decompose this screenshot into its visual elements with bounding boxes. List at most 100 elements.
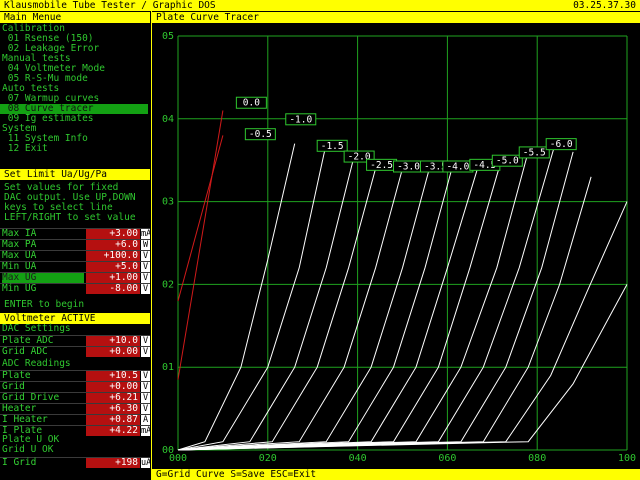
clock: 03.25.37.30 bbox=[573, 0, 636, 11]
limit-row[interactable]: Max UA +100.0 V bbox=[0, 250, 150, 261]
limit-value: +1.00 bbox=[86, 273, 140, 283]
curve-series bbox=[177, 110, 224, 380]
limit-label: Max UG bbox=[2, 273, 84, 283]
curve-label: -3.0 bbox=[397, 161, 420, 172]
limit-label: Max PA bbox=[2, 239, 37, 250]
adc-value: +10.5 bbox=[86, 371, 140, 381]
y-tick-label: 04 bbox=[162, 114, 174, 125]
limit-value: +5.0 bbox=[86, 262, 140, 272]
curve-label: -5.0 bbox=[496, 156, 519, 167]
curve-series bbox=[177, 135, 224, 302]
adc-value: +0.87 bbox=[86, 415, 140, 425]
adc-unit: V bbox=[141, 382, 150, 392]
set-limit-header: Set Limit Ua/Ug/Pa bbox=[0, 169, 150, 180]
limit-unit: V bbox=[141, 284, 150, 294]
curve-series bbox=[177, 168, 453, 451]
curve-series bbox=[177, 201, 628, 451]
curve-label: -6.0 bbox=[550, 139, 573, 150]
dac-value: +0.00 bbox=[86, 347, 140, 357]
adc-unit: A bbox=[141, 415, 150, 425]
adc-unit: V bbox=[141, 371, 150, 381]
limit-label: Max IA bbox=[2, 228, 37, 239]
adc-row[interactable]: Heater +6.30 V bbox=[0, 403, 150, 414]
limit-row[interactable]: Max PA +6.0 W bbox=[0, 239, 150, 250]
limit-unit: mA bbox=[141, 229, 152, 239]
curve-label: -2.5 bbox=[370, 160, 393, 171]
app-title: Klausmobile Tube Tester / Graphic DOS bbox=[4, 0, 216, 11]
dac-label: Grid ADC bbox=[2, 346, 48, 357]
adc-value: +4.22 bbox=[86, 426, 140, 436]
curve-series bbox=[177, 176, 592, 451]
dac-unit: V bbox=[141, 336, 150, 346]
dac-unit: V bbox=[141, 347, 150, 357]
limit-value: +6.0 bbox=[86, 240, 140, 250]
dac-settings-title: DAC Settings bbox=[2, 323, 71, 334]
status-line: Grid U OK bbox=[2, 444, 54, 455]
adc-row[interactable]: Grid Drive +6.21 V bbox=[0, 392, 150, 403]
adc-label: Grid Drive bbox=[2, 392, 60, 403]
left-panel: Main Menue Calibration 01 Rsense (150) 0… bbox=[0, 11, 152, 480]
adc-label: Grid bbox=[2, 381, 25, 392]
adc-unit: mA bbox=[141, 426, 152, 436]
adc-unit: V bbox=[141, 393, 150, 403]
plate-curve-plot: 000 020 040 060 080 1000001020304050.0-1.0-0.… bbox=[162, 31, 636, 464]
dac-row[interactable]: Grid ADC +0.00 V bbox=[0, 346, 150, 357]
x-tick-label: 080 bbox=[528, 453, 546, 464]
igrid-value: +198 bbox=[86, 458, 140, 468]
limit-value: +3.00 bbox=[86, 229, 140, 239]
curve-label: -1.0 bbox=[289, 114, 312, 125]
curve-series bbox=[177, 143, 296, 451]
curve-series bbox=[177, 164, 480, 451]
curve-series bbox=[177, 151, 529, 451]
adc-row[interactable]: Plate +10.5 V bbox=[0, 370, 150, 381]
adc-label: Plate bbox=[2, 370, 31, 381]
dac-row[interactable]: Plate ADC +10.0 V bbox=[0, 335, 150, 346]
menu-item[interactable]: 12 Exit bbox=[2, 144, 48, 154]
curve-label: -0.5 bbox=[249, 129, 272, 140]
limit-label: Max UA bbox=[2, 250, 37, 261]
limit-row[interactable]: Max IA +3.00 mA bbox=[0, 228, 152, 239]
curve-label: -5.5 bbox=[523, 147, 546, 158]
curve-label: -4.0 bbox=[446, 161, 469, 172]
y-tick-label: 05 bbox=[162, 31, 174, 42]
title-bar: Klausmobile Tube Tester / Graphic DOS 03… bbox=[0, 0, 640, 11]
limit-row[interactable]: Min UG -8.00 V bbox=[0, 283, 150, 294]
limit-row[interactable]: Min UA +5.0 V bbox=[0, 261, 150, 272]
limit-value: +100.0 bbox=[86, 251, 140, 261]
key-hints: G=Grid Curve S=Save ESC=Exit bbox=[152, 469, 640, 480]
limit-label: Min UG bbox=[2, 283, 37, 294]
adc-label: I Heater bbox=[2, 414, 48, 425]
curve-label: 0.0 bbox=[243, 98, 260, 109]
limit-unit: V bbox=[141, 251, 150, 261]
adc-value: +6.21 bbox=[86, 393, 140, 403]
adc-value: +6.30 bbox=[86, 404, 140, 414]
igrid-row[interactable]: I Grid +198 uA bbox=[0, 457, 152, 468]
dac-value: +10.0 bbox=[86, 336, 140, 346]
curve-label: -1.5 bbox=[321, 141, 344, 152]
adc-unit: V bbox=[141, 404, 150, 414]
x-tick-label: 020 bbox=[259, 453, 277, 464]
plot-header: Plate Curve Tracer bbox=[152, 12, 640, 23]
adc-label: Heater bbox=[2, 403, 37, 414]
dac-label: Plate ADC bbox=[2, 335, 54, 346]
igrid-unit: uA bbox=[141, 458, 152, 468]
curve-series bbox=[177, 160, 502, 451]
curve-series bbox=[177, 143, 327, 451]
igrid-label: I Grid bbox=[2, 457, 37, 468]
adc-row[interactable]: I Heater +0.87 A bbox=[0, 414, 150, 425]
limit-unit: V bbox=[141, 273, 150, 283]
help-line: LEFT/RIGHT to set value bbox=[4, 212, 136, 223]
limit-unit: W bbox=[141, 240, 150, 250]
y-tick-label: 01 bbox=[162, 362, 174, 373]
y-tick-label: 02 bbox=[162, 279, 174, 290]
enter-hint: ENTER to begin bbox=[4, 299, 85, 310]
curve-series bbox=[177, 151, 574, 451]
limit-unit: V bbox=[141, 262, 150, 272]
limit-value: -8.00 bbox=[86, 284, 140, 294]
curve-series bbox=[177, 168, 377, 451]
x-tick-label: 100 bbox=[618, 453, 636, 464]
adc-row[interactable]: Grid +0.00 V bbox=[0, 381, 150, 392]
x-tick-label: 040 bbox=[349, 453, 367, 464]
limit-row[interactable]: Max UG +1.00 V bbox=[0, 272, 150, 283]
adc-value: +0.00 bbox=[86, 382, 140, 392]
